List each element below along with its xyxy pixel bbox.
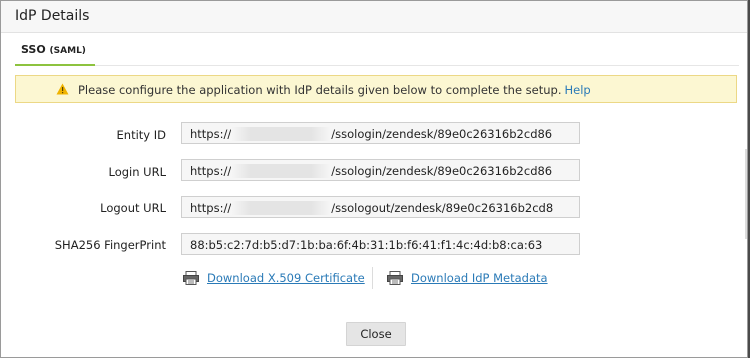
- login-url-suffix: /ssologin/zendesk/89e0c26316b2cd86: [331, 164, 553, 178]
- logout-url-label: Logout URL: [100, 201, 166, 215]
- download-divider: [372, 267, 373, 289]
- warning-icon: [56, 83, 69, 95]
- login-url-label: Login URL: [108, 165, 167, 179]
- logout-url-field[interactable]: https:// /ssologout/zendesk/89e0c26316b2c…: [181, 196, 580, 218]
- alert-message: Please configure the application with Id…: [78, 83, 591, 97]
- fingerprint-label: SHA256 FingerPrint: [54, 238, 166, 252]
- tab-sub-label: (SAML): [49, 46, 86, 56]
- dialog-title: IdP Details: [15, 8, 90, 24]
- printer-download-icon: [387, 271, 403, 285]
- tab-label: SSO: [21, 43, 46, 56]
- entity-id-prefix: https://: [190, 127, 232, 141]
- redacted-host: [231, 164, 332, 178]
- printer-download-icon: [183, 271, 199, 285]
- idp-details-dialog: IdP Details SSO (SAML) Please configure …: [0, 0, 748, 358]
- help-link[interactable]: Help: [565, 83, 591, 97]
- redacted-host: [231, 127, 332, 141]
- entity-id-field[interactable]: https:// /ssologin/zendesk/89e0c26316b2cd…: [181, 122, 580, 144]
- entity-id-suffix: /ssologin/zendesk/89e0c26316b2cd86: [331, 127, 553, 141]
- entity-id-label: Entity ID: [116, 128, 166, 142]
- scrollbar-track[interactable]: [745, 149, 747, 239]
- download-certificate-link[interactable]: Download X.509 Certificate: [207, 271, 365, 285]
- dialog-header: IdP Details: [1, 1, 747, 33]
- tab-sso-saml[interactable]: SSO (SAML): [15, 34, 95, 66]
- login-url-field[interactable]: https:// /ssologin/zendesk/89e0c26316b2cd…: [181, 159, 580, 181]
- download-metadata-link[interactable]: Download IdP Metadata: [411, 271, 548, 285]
- login-url-prefix: https://: [190, 164, 232, 178]
- alert-text: Please configure the application with Id…: [78, 83, 562, 97]
- fingerprint-value: 88:b5:c2:7d:b5:d7:1b:ba:6f:4b:31:1b:f6:4…: [190, 238, 543, 252]
- redacted-host: [231, 201, 332, 215]
- tab-bar: SSO (SAML): [15, 34, 739, 66]
- close-button[interactable]: Close: [346, 322, 406, 346]
- setup-alert: Please configure the application with Id…: [15, 75, 737, 103]
- logout-url-suffix: /ssologout/zendesk/89e0c26316b2cd8: [331, 201, 554, 215]
- logout-url-prefix: https://: [190, 201, 232, 215]
- fingerprint-field[interactable]: 88:b5:c2:7d:b5:d7:1b:ba:6f:4b:31:1b:f6:4…: [181, 233, 580, 255]
